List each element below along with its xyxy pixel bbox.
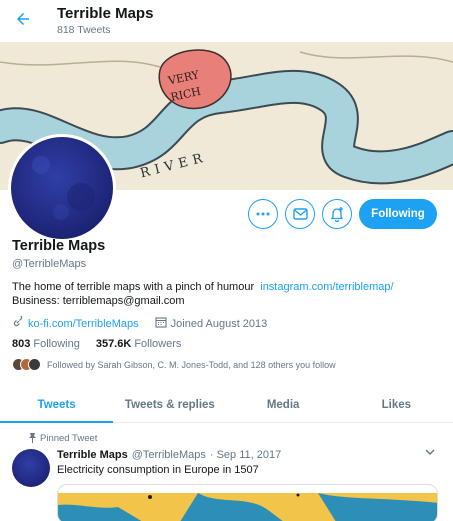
joined-date: Joined August 2013 (170, 317, 268, 330)
tab-tweets-replies[interactable]: Tweets & replies (113, 387, 226, 422)
bio-business: Business: terriblemaps@gmail.com (12, 295, 185, 307)
following-stat[interactable]: 803 Following (12, 338, 80, 350)
tweet-author-handle[interactable]: @TerribleMaps (132, 449, 206, 461)
tweet-text: Electricity consumption in Europe in 150… (57, 464, 259, 476)
profile-meta: ko-fi.com/TerribleMaps Joined August 201… (12, 314, 268, 331)
profile-name: Terrible Maps (12, 238, 106, 254)
tweet-avatar[interactable] (12, 449, 50, 487)
followed-by[interactable]: Followed by Sarah Gibson, C. M. Jones-To… (12, 358, 336, 371)
profile-avatar-frame[interactable] (8, 134, 116, 242)
envelope-icon (292, 208, 308, 220)
message-button[interactable] (285, 199, 315, 229)
calendar-icon (155, 316, 167, 331)
tweet-header: Terrible Maps @TerribleMaps · Sep 11, 20… (57, 449, 281, 461)
website-link[interactable]: ko-fi.com/TerribleMaps (28, 318, 139, 330)
top-bar: Terrible Maps 818 Tweets (0, 0, 453, 42)
pinned-label: Pinned Tweet (29, 433, 97, 444)
following-button[interactable]: Following (359, 199, 437, 229)
followers-stat[interactable]: 357.6K Followers (96, 338, 182, 350)
tab-tweets[interactable]: Tweets (0, 387, 114, 423)
notifications-button[interactable] (322, 199, 352, 229)
bio-text: The home of terrible maps with a pinch o… (12, 281, 255, 293)
tweet-author-name[interactable]: Terrible Maps (57, 449, 128, 461)
bell-plus-icon (330, 207, 344, 222)
bio-link[interactable]: instagram.com/terriblemap/ (260, 281, 393, 293)
tweet-date[interactable]: · Sep 11, 2017 (210, 449, 281, 461)
tweet-media-image[interactable] (57, 484, 438, 521)
more-options-button[interactable] (248, 199, 278, 229)
tab-likes[interactable]: Likes (340, 387, 453, 422)
tab-media[interactable]: Media (227, 387, 340, 422)
profile-handle: @TerribleMaps (12, 258, 87, 270)
profile-bio: The home of terrible maps with a pinch o… (12, 280, 442, 308)
header-tweet-count: 818 Tweets (57, 24, 111, 36)
profile-stats: 803 Following 357.6K Followers (12, 338, 181, 350)
header-name: Terrible Maps (57, 5, 154, 22)
pin-icon (28, 433, 37, 445)
profile-avatar[interactable] (11, 137, 113, 239)
profile-tabs: Tweets Tweets & replies Media Likes (0, 387, 453, 423)
followed-by-text: Followed by Sarah Gibson, C. M. Jones-To… (47, 359, 336, 370)
chevron-down-icon[interactable] (425, 447, 435, 459)
follower-avatar (28, 358, 41, 371)
back-arrow-icon[interactable] (14, 10, 34, 30)
link-icon (12, 314, 24, 331)
